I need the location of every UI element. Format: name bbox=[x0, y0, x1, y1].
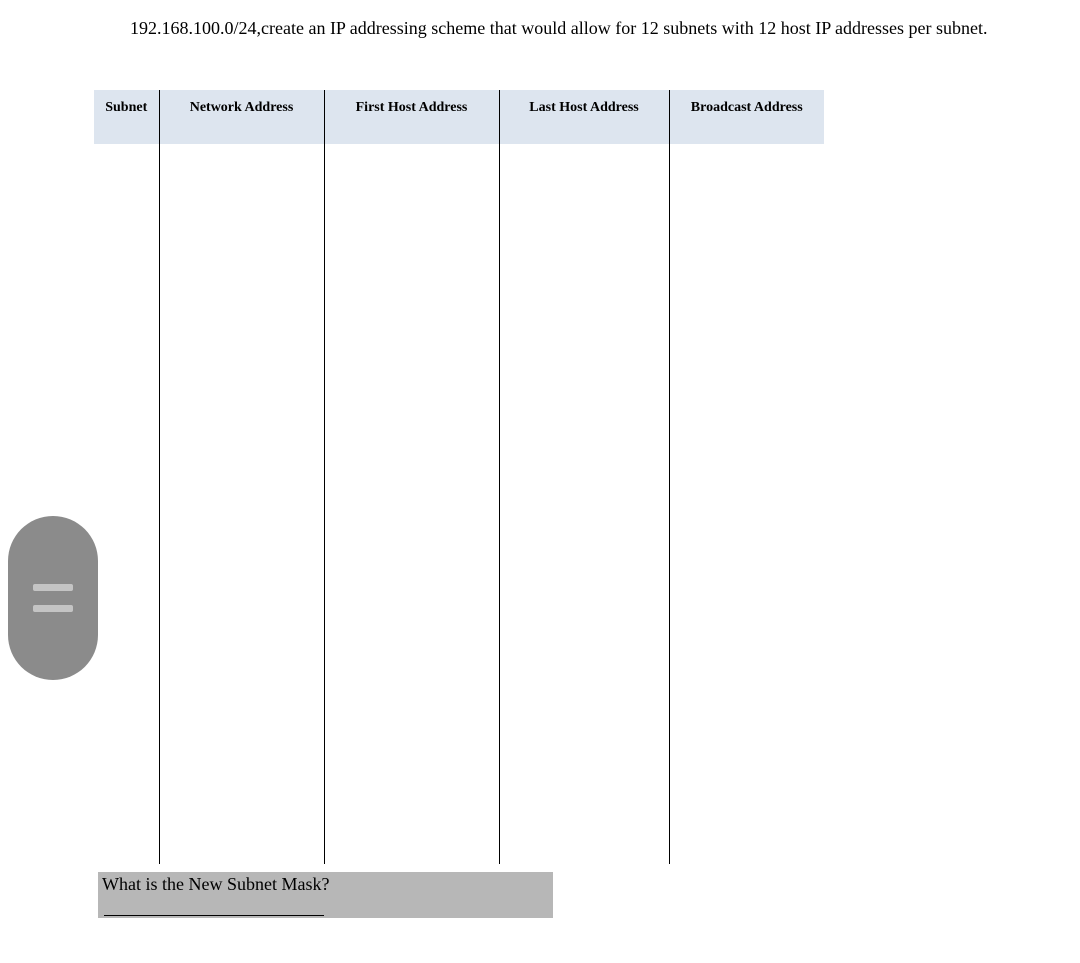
table-cell[interactable] bbox=[324, 264, 499, 324]
table-cell[interactable] bbox=[94, 264, 159, 324]
table-header-row: Subnet Network Address First Host Addres… bbox=[94, 90, 824, 144]
table-cell[interactable] bbox=[324, 804, 499, 864]
problem-statement: 192.168.100.0/24,create an IP addressing… bbox=[130, 18, 988, 39]
table-row bbox=[94, 504, 824, 564]
table-cell[interactable] bbox=[159, 744, 324, 804]
side-handle-widget[interactable] bbox=[8, 516, 98, 680]
table-cell[interactable] bbox=[94, 384, 159, 444]
table-cell[interactable] bbox=[669, 444, 824, 504]
table-cell[interactable] bbox=[499, 624, 669, 684]
table-cell[interactable] bbox=[324, 684, 499, 744]
handle-bar-icon bbox=[33, 605, 73, 612]
table-cell[interactable] bbox=[159, 564, 324, 624]
table-cell[interactable] bbox=[324, 744, 499, 804]
table-cell[interactable] bbox=[159, 444, 324, 504]
table-cell[interactable] bbox=[324, 504, 499, 564]
table-cell[interactable] bbox=[669, 204, 824, 264]
handle-bar-icon bbox=[33, 584, 73, 591]
table-cell[interactable] bbox=[669, 144, 824, 204]
table-cell[interactable] bbox=[94, 744, 159, 804]
table-cell[interactable] bbox=[324, 564, 499, 624]
table-cell[interactable] bbox=[669, 804, 824, 864]
table-cell[interactable] bbox=[94, 144, 159, 204]
table-cell[interactable] bbox=[499, 444, 669, 504]
table-cell[interactable] bbox=[94, 324, 159, 384]
table-cell[interactable] bbox=[324, 204, 499, 264]
table-cell[interactable] bbox=[159, 684, 324, 744]
table-cell[interactable] bbox=[159, 324, 324, 384]
table-row bbox=[94, 564, 824, 624]
table-cell[interactable] bbox=[94, 444, 159, 504]
table-cell[interactable] bbox=[669, 324, 824, 384]
table-cell[interactable] bbox=[499, 804, 669, 864]
table-cell[interactable] bbox=[499, 564, 669, 624]
table-body bbox=[94, 144, 824, 864]
table-cell[interactable] bbox=[324, 624, 499, 684]
table-cell[interactable] bbox=[159, 624, 324, 684]
table-cell[interactable] bbox=[499, 384, 669, 444]
table-row bbox=[94, 444, 824, 504]
mask-question-text: What is the New Subnet Mask? bbox=[102, 874, 329, 894]
table-cell[interactable] bbox=[499, 504, 669, 564]
table-row bbox=[94, 744, 824, 804]
table-cell[interactable] bbox=[159, 504, 324, 564]
table-cell[interactable] bbox=[669, 684, 824, 744]
table-cell[interactable] bbox=[94, 564, 159, 624]
col-header-first-host: First Host Address bbox=[324, 90, 499, 144]
subnet-table: Subnet Network Address First Host Addres… bbox=[94, 90, 824, 864]
table-cell[interactable] bbox=[159, 204, 324, 264]
mask-answer-blank[interactable] bbox=[104, 915, 324, 916]
table-cell[interactable] bbox=[669, 264, 824, 324]
table-cell[interactable] bbox=[324, 444, 499, 504]
table-cell[interactable] bbox=[159, 144, 324, 204]
table-row bbox=[94, 264, 824, 324]
table-cell[interactable] bbox=[499, 684, 669, 744]
table-cell[interactable] bbox=[94, 804, 159, 864]
table-cell[interactable] bbox=[669, 624, 824, 684]
table-cell[interactable] bbox=[94, 504, 159, 564]
table-cell[interactable] bbox=[669, 744, 824, 804]
table-cell[interactable] bbox=[499, 144, 669, 204]
table-row bbox=[94, 684, 824, 744]
table-cell[interactable] bbox=[159, 264, 324, 324]
table-row bbox=[94, 324, 824, 384]
table-cell[interactable] bbox=[94, 204, 159, 264]
table-cell[interactable] bbox=[499, 324, 669, 384]
col-header-broadcast: Broadcast Address bbox=[669, 90, 824, 144]
table-cell[interactable] bbox=[499, 204, 669, 264]
col-header-subnet: Subnet bbox=[94, 90, 159, 144]
table-cell[interactable] bbox=[324, 144, 499, 204]
table-cell[interactable] bbox=[669, 564, 824, 624]
table-cell[interactable] bbox=[324, 324, 499, 384]
table-cell[interactable] bbox=[499, 264, 669, 324]
subnet-mask-question: What is the New Subnet Mask? bbox=[98, 872, 553, 918]
col-header-last-host: Last Host Address bbox=[499, 90, 669, 144]
table-cell[interactable] bbox=[669, 504, 824, 564]
table-row bbox=[94, 204, 824, 264]
table-cell[interactable] bbox=[159, 804, 324, 864]
table-cell[interactable] bbox=[499, 744, 669, 804]
table-row bbox=[94, 624, 824, 684]
table-row bbox=[94, 384, 824, 444]
table-cell[interactable] bbox=[159, 384, 324, 444]
table-row bbox=[94, 804, 824, 864]
table-cell[interactable] bbox=[669, 384, 824, 444]
table-row bbox=[94, 144, 824, 204]
table-cell[interactable] bbox=[94, 624, 159, 684]
table-cell[interactable] bbox=[94, 684, 159, 744]
col-header-network: Network Address bbox=[159, 90, 324, 144]
table-cell[interactable] bbox=[324, 384, 499, 444]
